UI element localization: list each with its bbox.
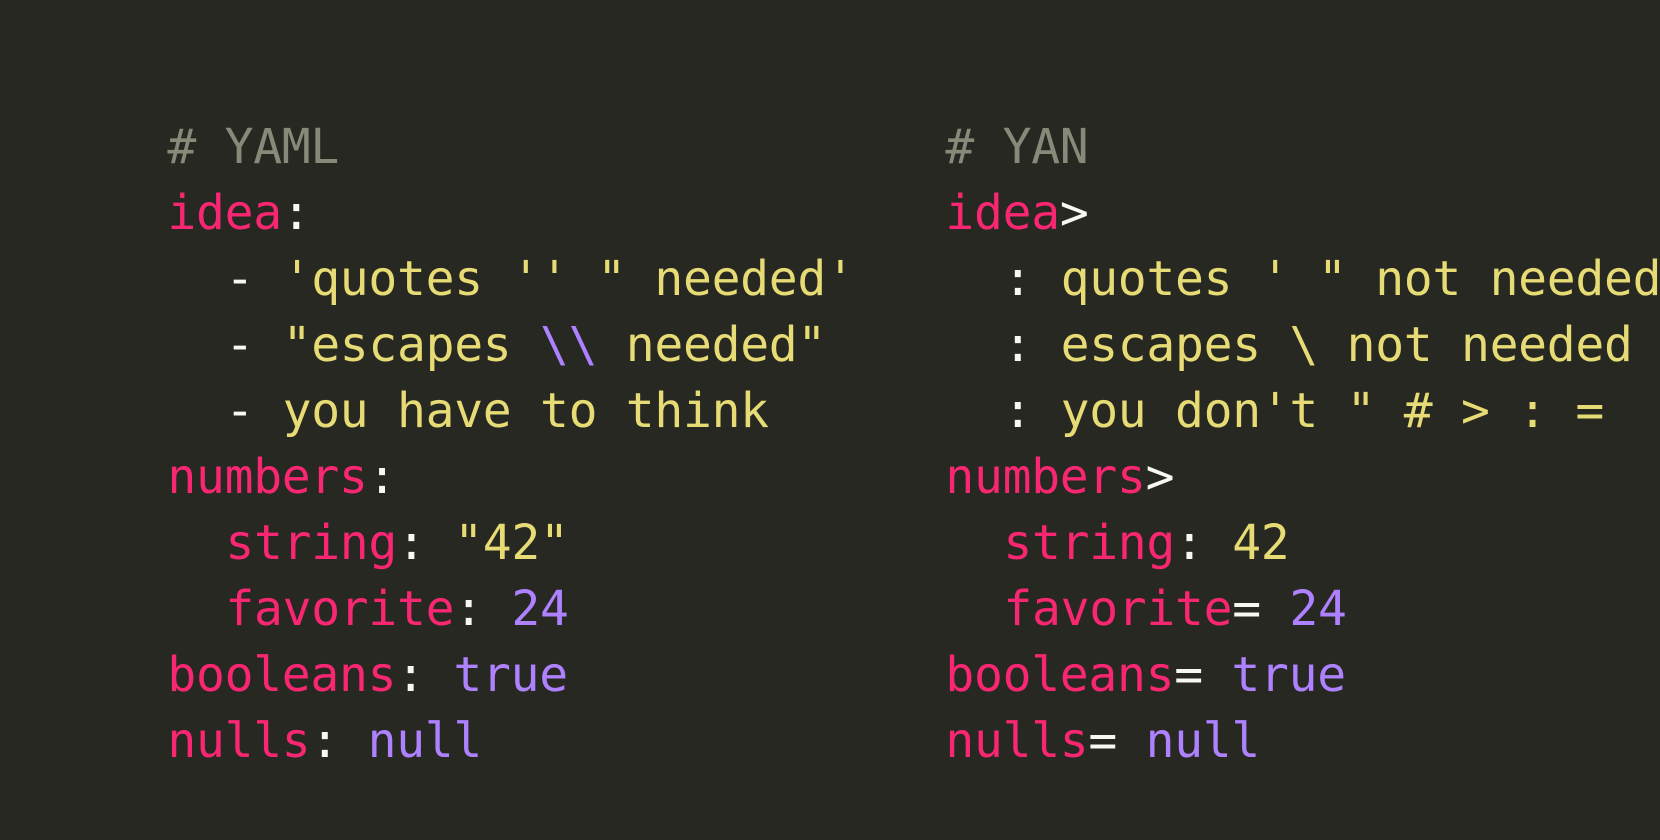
yan-favorite-separator: = (1232, 581, 1290, 637)
yaml-nulls-value: null (367, 713, 483, 769)
yaml-numbers-key: numbers (167, 449, 368, 505)
yan-idea-separator: > (1059, 185, 1089, 241)
yaml-favorite-key: favorite (225, 581, 455, 637)
yaml-nulls-key: nulls (167, 713, 311, 769)
yaml-booleans-key: booleans (167, 647, 397, 703)
yan-booleans-value: true (1231, 647, 1346, 703)
yaml-item-text: you have to think (282, 383, 769, 439)
yan-string-key: string (1003, 515, 1175, 571)
yan-heading-line: # YAN (831, 48, 1660, 175)
yan-numbers-separator: > (1145, 449, 1175, 505)
yaml-idea-key: idea (167, 185, 282, 241)
yan-list-marker: : (1003, 317, 1061, 373)
yaml-numbers-separator: : (367, 449, 397, 505)
yaml-list-marker: - (225, 383, 283, 439)
yaml-idea-separator: : (281, 185, 311, 241)
yan-heading-comment: # YAN (945, 119, 1089, 175)
yaml-item-text: 'quotes '' " needed' (282, 251, 855, 307)
yaml-string-key: string (225, 515, 397, 571)
yaml-booleans-value: true (453, 647, 568, 703)
yaml-item-text: needed" (597, 317, 827, 373)
yan-nulls-separator: = (1088, 713, 1146, 769)
yaml-list-marker: - (225, 251, 283, 307)
yaml-item-text: "escapes (282, 317, 540, 373)
yaml-string-value: "42" (454, 515, 569, 571)
yaml-booleans-separator: : (396, 647, 454, 703)
yan-code-panel: # YAN idea> : quotes ' " not needed : es… (831, 48, 1660, 769)
yan-item-text: escapes \ not needed (1060, 317, 1633, 373)
yaml-escape-sequence: \\ (540, 317, 598, 373)
yan-favorite-key: favorite (1003, 581, 1233, 637)
yan-favorite-value: 24 (1289, 581, 1347, 637)
yan-idea-key: idea (945, 185, 1060, 241)
yaml-nulls-separator: : (310, 713, 368, 769)
yaml-heading-line: # YAML (53, 48, 855, 175)
yaml-list-marker: - (225, 317, 283, 373)
yan-booleans-key: booleans (945, 647, 1175, 703)
yan-item-text: quotes ' " not needed (1060, 251, 1660, 307)
yan-list-marker: : (1003, 251, 1061, 307)
yaml-string-separator: : (397, 515, 455, 571)
yan-list-marker: : (1003, 383, 1061, 439)
yan-booleans-separator: = (1174, 647, 1232, 703)
yaml-heading-comment: # YAML (167, 119, 339, 175)
yan-numbers-key: numbers (945, 449, 1146, 505)
yan-nulls-value: null (1145, 713, 1261, 769)
yaml-favorite-value: 24 (511, 581, 569, 637)
yan-string-value: 42 (1232, 515, 1290, 571)
yan-item-text: you don't " # > : = (1060, 383, 1605, 439)
yan-string-separator: : (1175, 515, 1233, 571)
yaml-code-panel: # YAML idea: - 'quotes '' " needed' - "e… (53, 48, 855, 769)
yaml-favorite-separator: : (454, 581, 512, 637)
yan-nulls-key: nulls (945, 713, 1089, 769)
